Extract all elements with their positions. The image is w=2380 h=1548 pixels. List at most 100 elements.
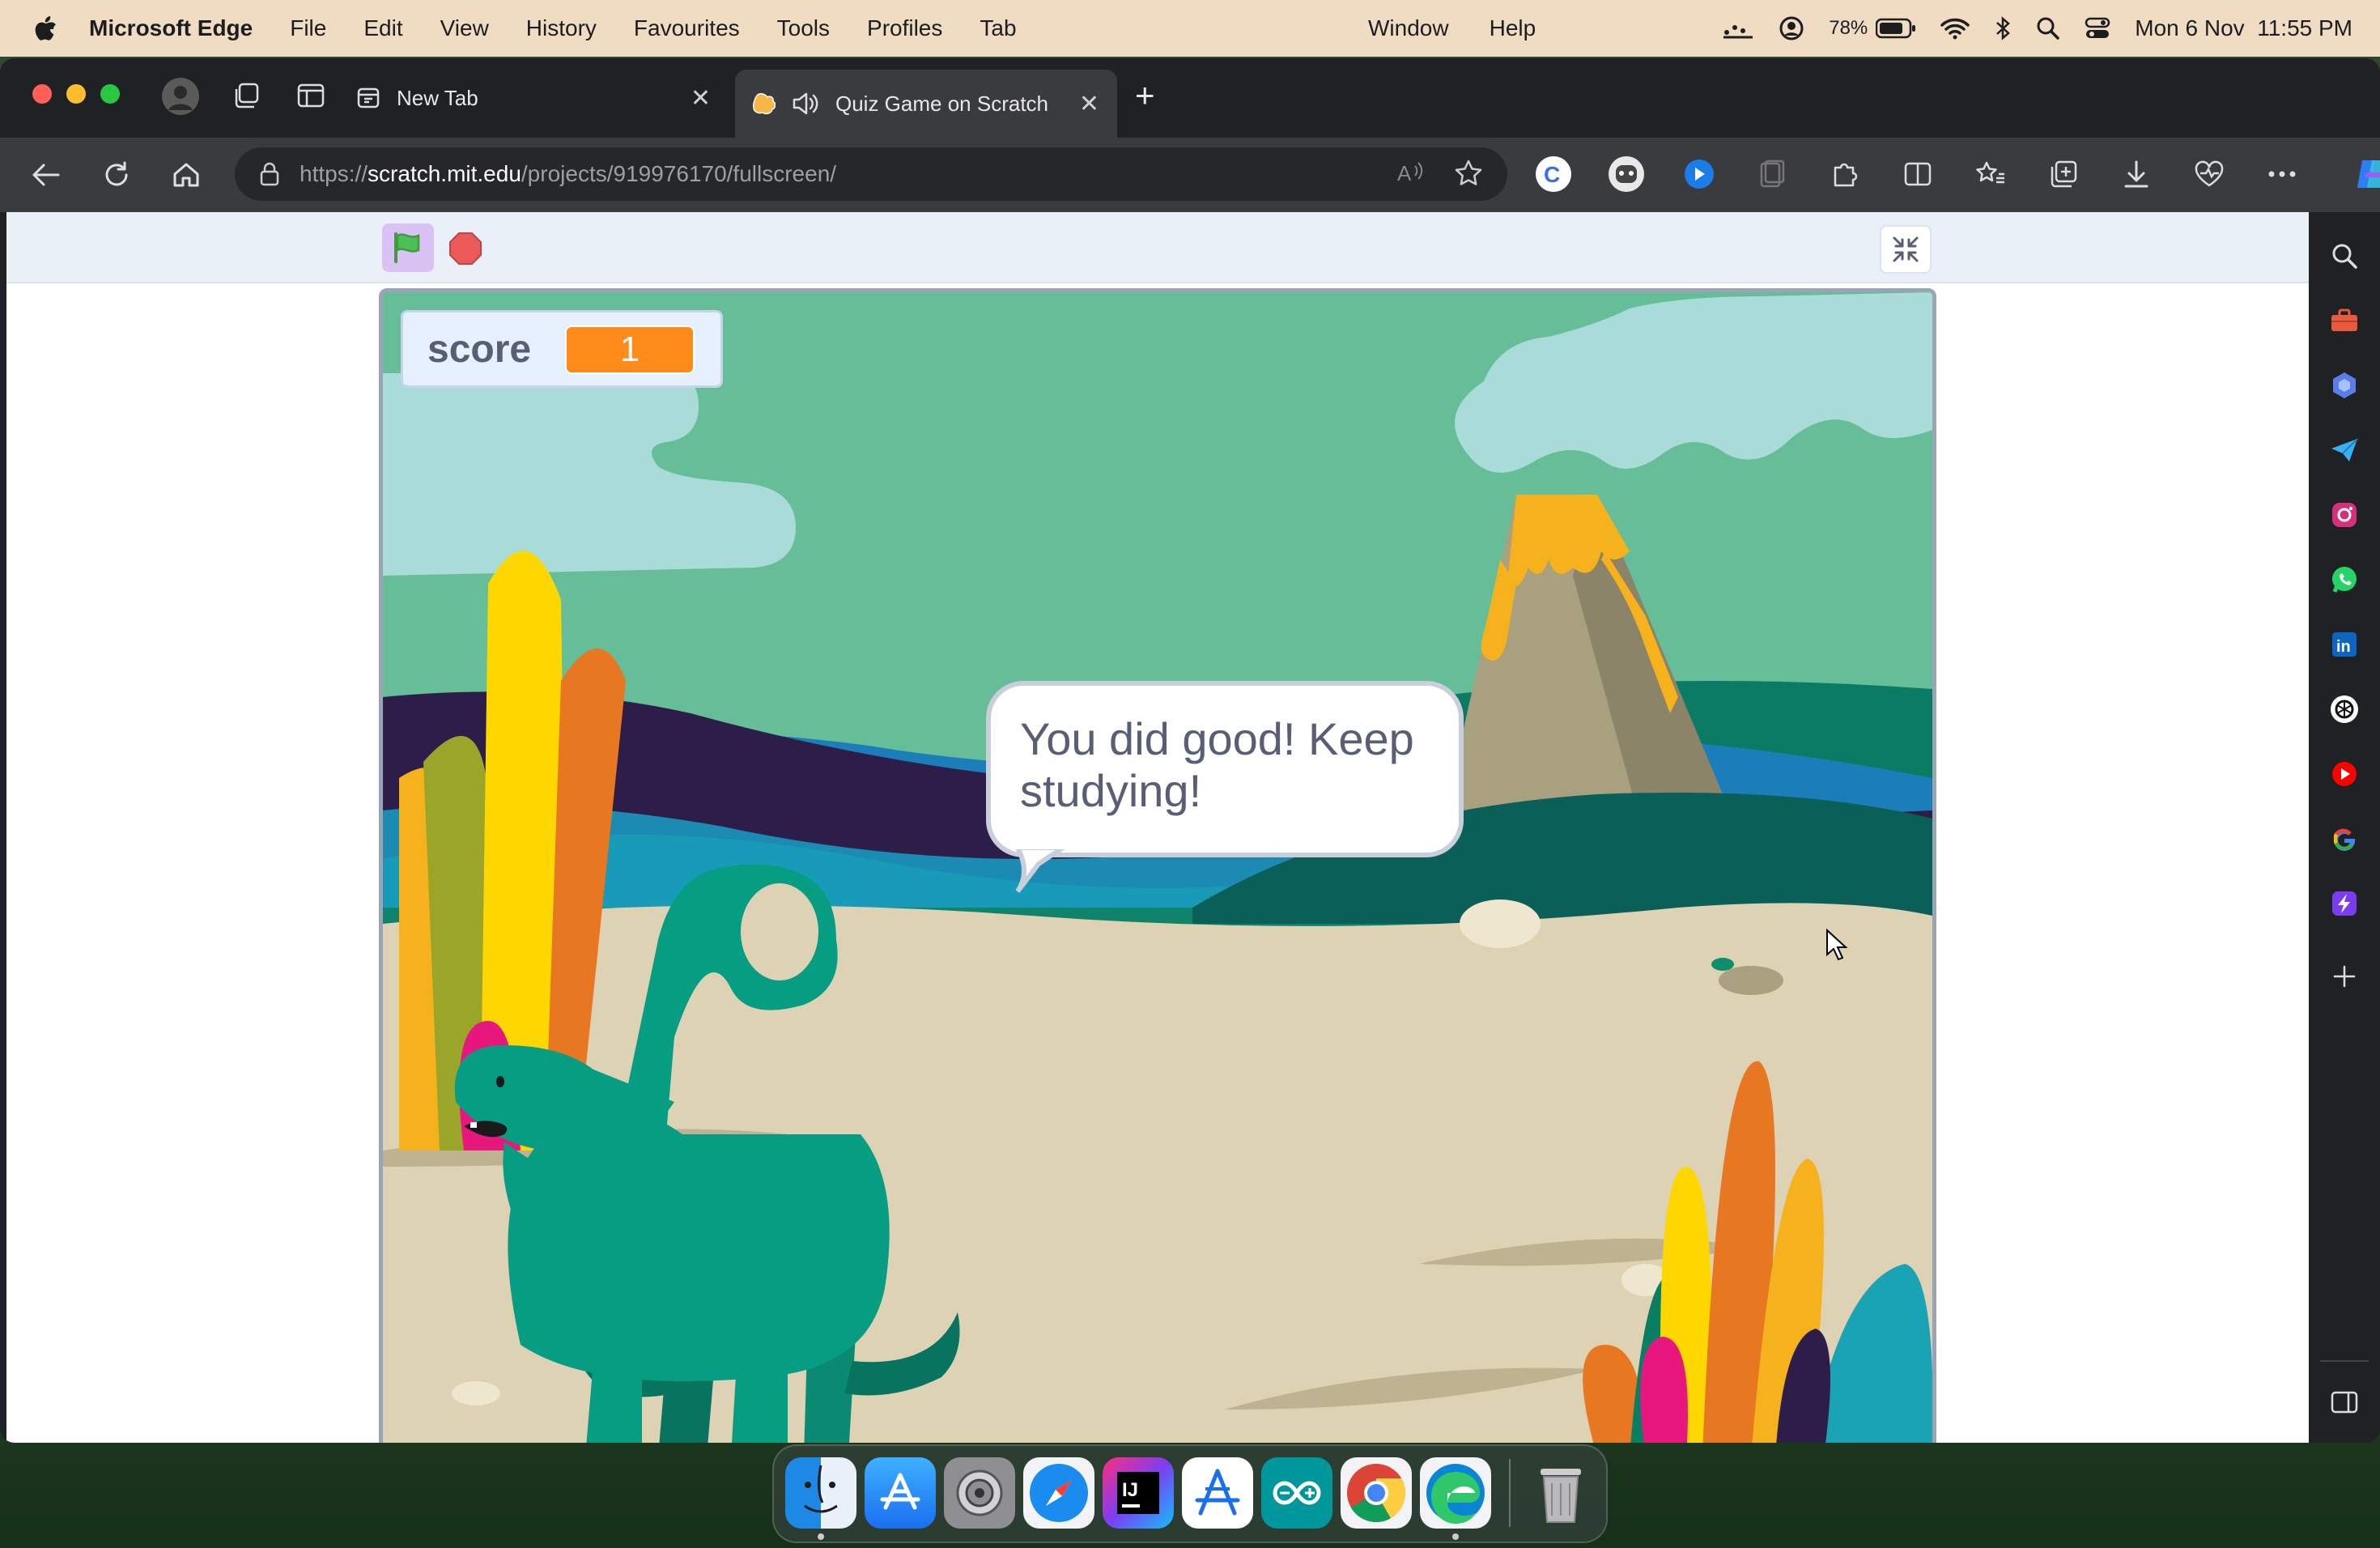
tab-close-icon[interactable]: ✕ — [691, 84, 711, 113]
sidebar-send-icon[interactable] — [2325, 431, 2364, 470]
menu-favourites[interactable]: Favourites — [634, 15, 740, 41]
bluetooth-icon[interactable] — [1994, 15, 2012, 41]
sidebar-add-icon[interactable] — [2325, 957, 2364, 996]
maximize-window-button[interactable] — [100, 84, 120, 104]
dock-arduino-icon[interactable] — [1261, 1457, 1332, 1529]
sidebar-linkedin-icon[interactable]: in — [2325, 625, 2364, 664]
downloads-icon[interactable] — [2118, 155, 2155, 193]
macos-dock: IJ — [772, 1444, 1608, 1543]
clock-datetime[interactable]: Mon 6 Nov 11:55 PM — [2135, 15, 2352, 41]
minimize-window-button[interactable] — [66, 84, 86, 104]
more-menu-icon[interactable] — [2263, 155, 2301, 193]
sidebar-toolbox-icon[interactable] — [2325, 301, 2364, 340]
battery-icon[interactable] — [1876, 18, 1916, 39]
ghost-extension-icon[interactable] — [1608, 155, 1645, 193]
tab-bar: New Tab ✕ Quiz Game on Scratch ✕ + — [0, 58, 2380, 138]
menu-help[interactable]: Help — [1490, 15, 1536, 41]
scratch-player-controls — [6, 212, 2309, 283]
green-flag-icon — [394, 232, 420, 263]
menu-tools[interactable]: Tools — [777, 15, 830, 41]
profile-avatar-icon[interactable] — [160, 76, 201, 117]
split-screen-icon[interactable] — [1899, 155, 1936, 193]
dock-edge-icon[interactable] — [1420, 1457, 1491, 1540]
extensions-toolbar: C — [1535, 155, 2380, 193]
tab-title: Quiz Game on Scratch — [835, 91, 1048, 116]
menu-edit[interactable]: Edit — [363, 15, 402, 41]
sidebar-youtube-icon[interactable] — [2325, 755, 2364, 793]
sidebar-chatgpt-icon[interactable] — [2325, 690, 2364, 729]
tab-new-tab[interactable]: New Tab ✕ — [356, 70, 729, 126]
running-indicator — [818, 1533, 824, 1540]
user-account-icon[interactable] — [1779, 15, 1804, 41]
menu-window[interactable]: Window — [1368, 15, 1449, 41]
collections-icon[interactable] — [2045, 155, 2082, 193]
url-path: /projects/919976170/fullscreen/ — [521, 161, 837, 186]
menu-file[interactable]: File — [290, 15, 326, 41]
sidebar-copilot-icon[interactable] — [2325, 366, 2364, 405]
sidebar-whatsapp-icon[interactable] — [2325, 560, 2364, 599]
sidebar-settings-gear-icon[interactable] — [2325, 1440, 2364, 1443]
read-aloud-icon[interactable]: A — [1396, 159, 1425, 189]
dock-safari-icon[interactable] — [1023, 1457, 1094, 1529]
workspaces-icon[interactable] — [230, 79, 262, 112]
refresh-icon[interactable] — [99, 157, 134, 193]
stop-button[interactable] — [447, 230, 484, 267]
svg-text:IJ: IJ — [1122, 1479, 1138, 1501]
browser-window: New Tab ✕ Quiz Game on Scratch ✕ + https… — [0, 58, 2380, 1443]
browser-toolbar: https://scratch.mit.edu/projects/9199761… — [0, 138, 2380, 212]
lock-icon[interactable] — [259, 161, 280, 187]
dock-finder-icon[interactable] — [785, 1457, 856, 1540]
video-extension-icon[interactable] — [1681, 155, 1718, 193]
clipboard-extension-icon[interactable] — [1753, 155, 1791, 193]
collapse-arrows-icon — [1893, 236, 1919, 262]
control-center-icon[interactable] — [2085, 16, 2110, 40]
dock-trash-icon[interactable] — [1525, 1457, 1596, 1529]
wifi-icon[interactable] — [1940, 17, 1970, 40]
extensions-puzzle-icon[interactable] — [1826, 155, 1864, 193]
menu-bar: Microsoft Edge File Edit View History Fa… — [0, 0, 2380, 57]
sidebar-search-icon[interactable] — [2325, 236, 2364, 275]
sidebar-toggle-icon[interactable] — [2325, 1383, 2364, 1422]
new-tab-plus-icon[interactable]: + — [1135, 76, 1155, 115]
menu-profiles[interactable]: Profiles — [867, 15, 942, 41]
display-icon[interactable] — [1722, 16, 1754, 40]
exit-fullscreen-button[interactable] — [1880, 225, 1932, 274]
green-flag-button[interactable] — [382, 223, 434, 272]
performance-heart-icon[interactable] — [2191, 155, 2228, 193]
menu-tab[interactable]: Tab — [980, 15, 1016, 41]
svg-text:C: C — [1544, 162, 1560, 187]
tab-title: New Tab — [397, 85, 478, 110]
stop-sign-icon — [449, 232, 482, 265]
sidebar-instagram-icon[interactable] — [2325, 495, 2364, 534]
speech-bubble: You did good! Keep studying! — [986, 681, 1464, 857]
menu-history[interactable]: History — [526, 15, 597, 41]
sidebar-google-icon[interactable] — [2325, 819, 2364, 858]
apple-menu-icon[interactable] — [32, 14, 62, 43]
tab-close-icon[interactable]: ✕ — [1079, 90, 1099, 118]
score-value: 1 — [565, 325, 695, 374]
tab-quiz-game[interactable]: Quiz Game on Scratch ✕ — [735, 70, 1117, 138]
vertical-tabs-icon[interactable] — [295, 79, 327, 112]
copilot-icon[interactable] — [2354, 155, 2380, 193]
dinosaur-scene-backdrop — [383, 292, 1932, 1443]
dock-system-settings-icon[interactable] — [944, 1457, 1015, 1529]
window-controls — [32, 84, 120, 104]
menu-view[interactable]: View — [440, 15, 489, 41]
address-bar[interactable]: https://scratch.mit.edu/projects/9199761… — [235, 147, 1507, 201]
dock-instruments-icon[interactable] — [1182, 1457, 1253, 1529]
sidebar-bolt-icon[interactable] — [2325, 884, 2364, 923]
back-arrow-icon[interactable] — [28, 157, 63, 193]
app-name-menu[interactable]: Microsoft Edge — [89, 15, 253, 41]
grammar-extension-icon[interactable]: C — [1535, 155, 1572, 193]
scratch-stage[interactable]: score 1 You did good! Keep studying! — [379, 288, 1936, 1443]
close-window-button[interactable] — [32, 84, 52, 104]
spotlight-search-icon[interactable] — [2036, 16, 2060, 40]
home-icon[interactable] — [168, 157, 204, 193]
dock-intellij-icon[interactable]: IJ — [1103, 1457, 1174, 1529]
url-text[interactable]: https://scratch.mit.edu/projects/9199761… — [300, 161, 836, 187]
dock-app-store-icon[interactable] — [865, 1457, 936, 1529]
favorites-icon[interactable] — [1972, 155, 2009, 193]
speaker-audio-icon[interactable] — [792, 91, 819, 116]
dock-chrome-icon[interactable] — [1341, 1457, 1412, 1529]
favorite-star-icon[interactable] — [1454, 159, 1483, 190]
